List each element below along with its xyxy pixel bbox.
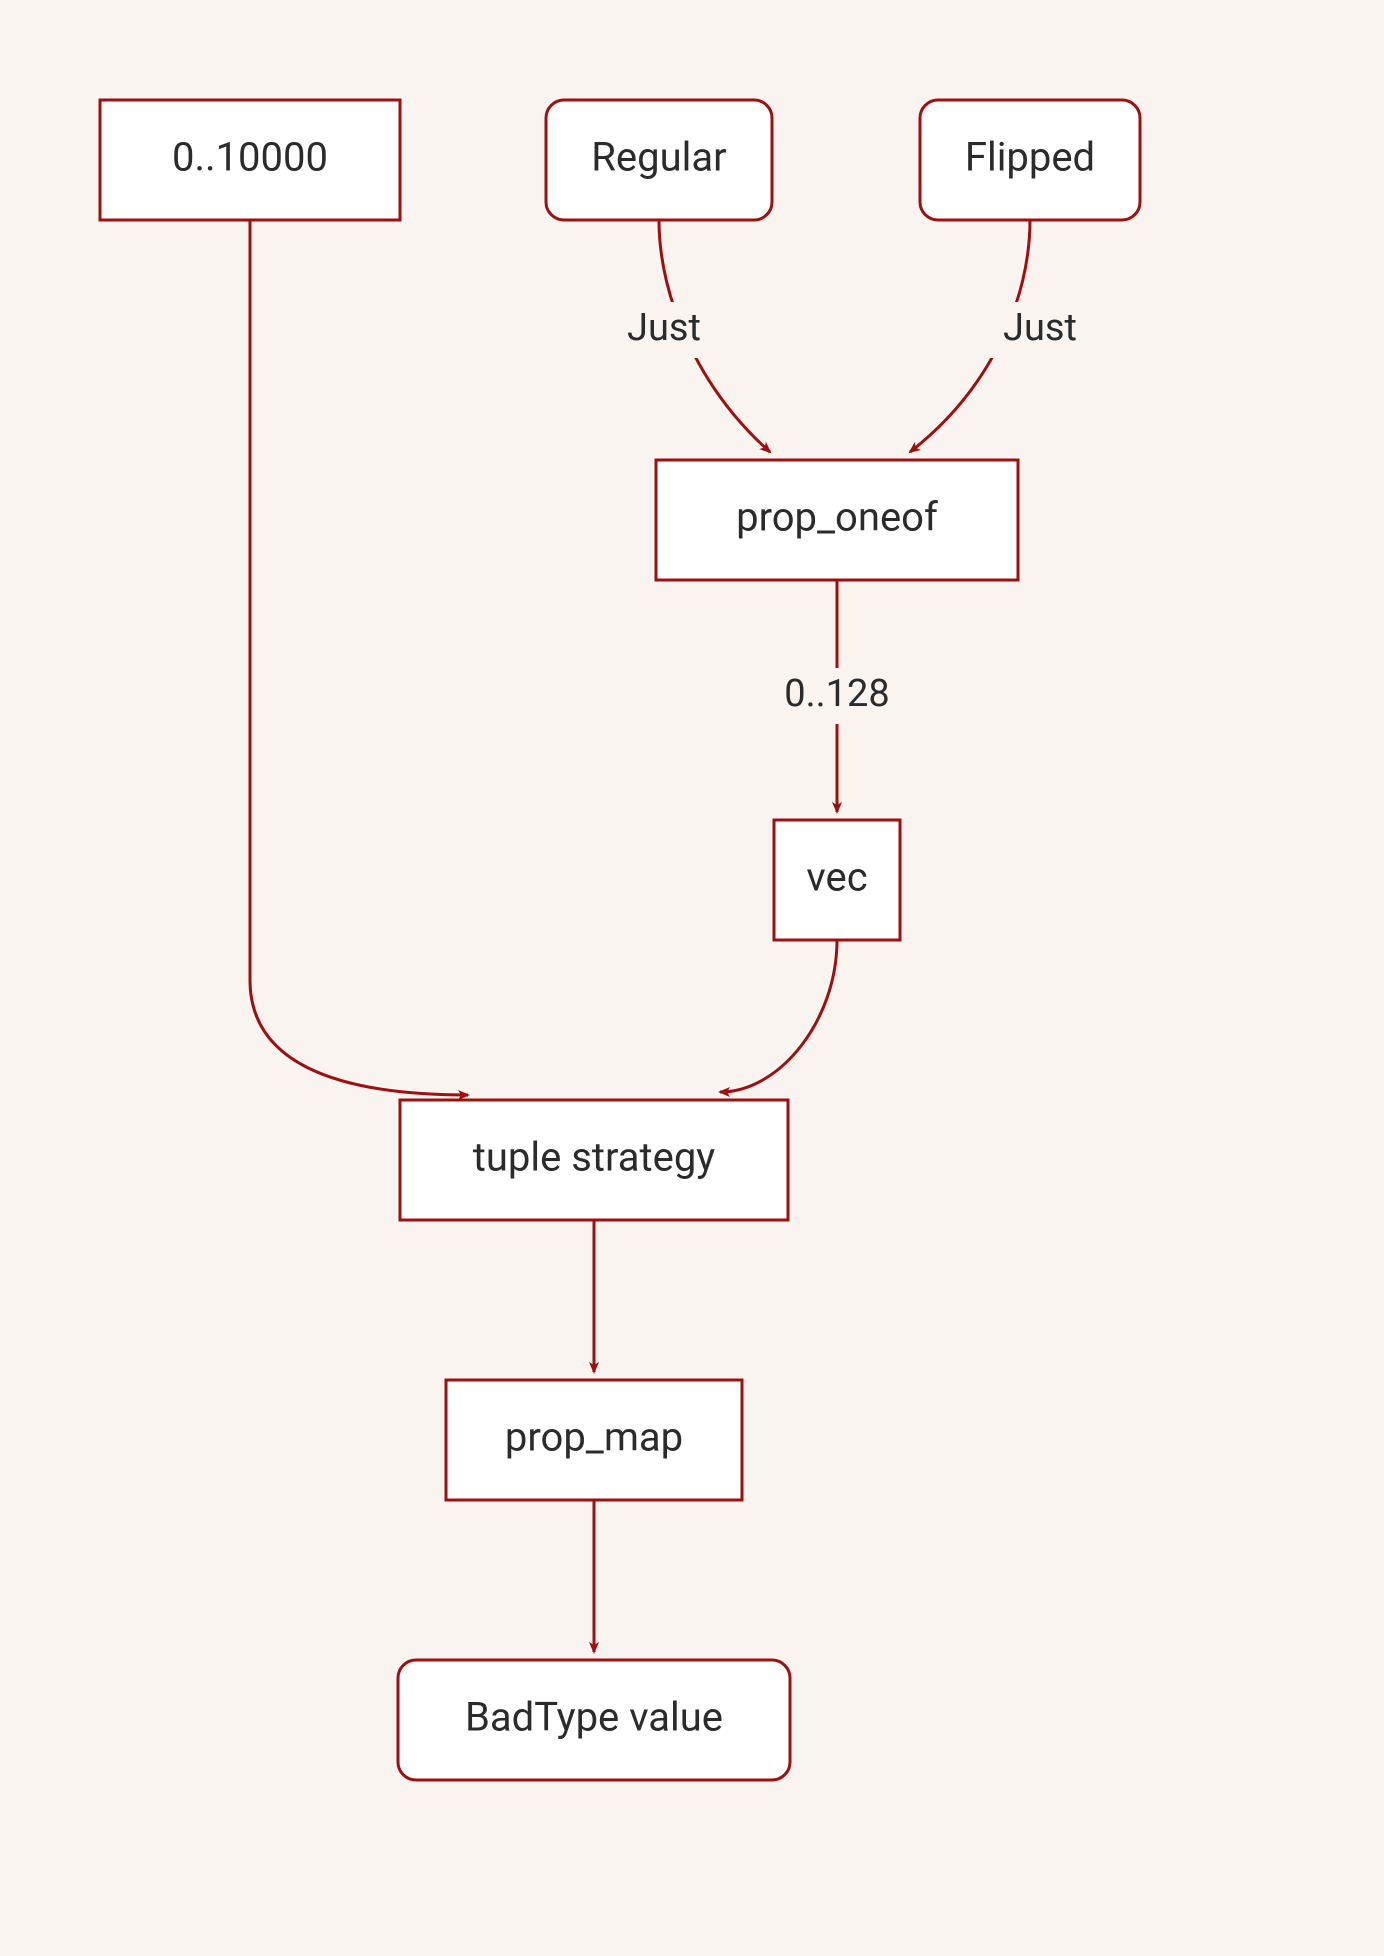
- edge-regular-to-oneof-label: Just: [627, 306, 701, 350]
- edge-vec-to-tuple: [720, 940, 837, 1092]
- node-prop-oneof-label: prop_oneof: [736, 494, 938, 541]
- edge-range-to-tuple: [250, 220, 468, 1095]
- node-flipped-label: Flipped: [965, 134, 1095, 181]
- strategy-diagram: 0..10000 Regular Flipped prop_oneof vec …: [0, 0, 1384, 1956]
- edge-flipped-to-oneof-label: Just: [1003, 306, 1077, 350]
- node-tuple-strategy-label: tuple strategy: [473, 1134, 715, 1181]
- node-badtype-value-label: BadType value: [465, 1694, 723, 1741]
- edge-oneof-to-vec-label: 0..128: [784, 672, 889, 716]
- node-vec-label: vec: [806, 854, 867, 901]
- node-range-label: 0..10000: [172, 134, 328, 181]
- node-regular-label: Regular: [591, 134, 726, 181]
- node-prop-map-label: prop_map: [505, 1414, 683, 1461]
